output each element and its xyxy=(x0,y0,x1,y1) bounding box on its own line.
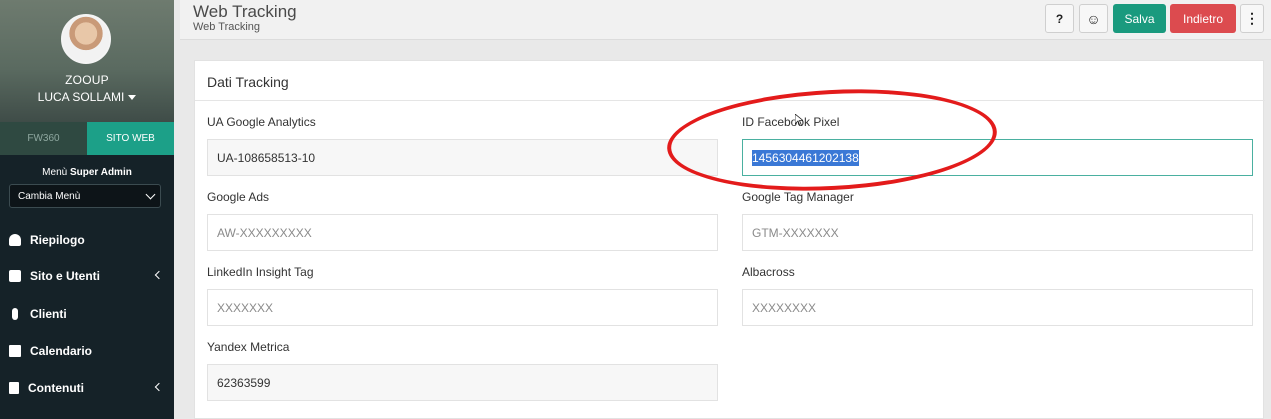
help-button[interactable]: ? xyxy=(1045,4,1074,33)
sidebar-item-label: Calendario xyxy=(30,344,93,358)
tab-sito-web[interactable]: SITO WEB xyxy=(87,122,174,155)
page-title: Web Tracking xyxy=(193,2,297,21)
shop-icon xyxy=(9,270,21,282)
sidebar-item-label: Sito e Utenti xyxy=(30,269,101,283)
ua-input[interactable]: UA-108658513-10 xyxy=(207,139,718,176)
yandex-label: Yandex Metrica xyxy=(207,340,290,354)
cursor-icon xyxy=(795,114,803,126)
profile-panel: ZOOUP LUCA SOLLAMI xyxy=(0,0,174,126)
sidebar-item-label: Clienti xyxy=(30,307,67,321)
chevron-left-icon xyxy=(154,270,164,280)
gtm-input[interactable]: GTM-XXXXXXX xyxy=(742,214,1253,251)
linkedin-input[interactable]: XXXXXXX xyxy=(207,289,718,326)
sidebar: ZOOUP LUCA SOLLAMI FW360 SITO WEB Menù S… xyxy=(0,0,174,419)
albacross-label: Albacross xyxy=(742,265,795,279)
menu-label-prefix: Menù xyxy=(42,167,70,178)
sidebar-item-clienti[interactable]: Clienti xyxy=(0,303,174,325)
avatar[interactable] xyxy=(61,14,111,64)
ua-label: UA Google Analytics xyxy=(207,115,316,129)
sidebar-item-contenuti[interactable]: Contenuti xyxy=(0,377,174,399)
change-menu-value: Cambia Menù xyxy=(18,191,81,202)
google-ads-input[interactable]: AW-XXXXXXXXX xyxy=(207,214,718,251)
sidebar-item-sito-utenti[interactable]: Sito e Utenti xyxy=(0,265,174,287)
yandex-input[interactable]: 62363599 xyxy=(207,364,718,401)
chevron-left-icon xyxy=(154,382,164,392)
sidebar-tabs: FW360 SITO WEB xyxy=(0,122,174,155)
card-title: Dati Tracking xyxy=(207,74,289,90)
user-name: LUCA SOLLAMI xyxy=(37,90,125,104)
sidebar-item-riepilogo[interactable]: Riepilogo xyxy=(0,229,174,251)
sidebar-item-label: Contenuti xyxy=(28,381,84,395)
caret-down-icon xyxy=(128,95,137,101)
sidebar-item-label: Riepilogo xyxy=(30,233,85,247)
breadcrumb: Web Tracking xyxy=(193,21,261,33)
albacross-input[interactable]: XXXXXXXX xyxy=(742,289,1253,326)
tab-fw360[interactable]: FW360 xyxy=(0,122,87,155)
save-button[interactable]: Salva xyxy=(1113,4,1166,33)
top-bar: Web Tracking Web Tracking ? ☺ Salva Indi… xyxy=(180,0,1271,40)
main-content: Web Tracking Web Tracking ? ☺ Salva Indi… xyxy=(180,0,1271,419)
fb-pixel-input[interactable]: 1456304461202138 xyxy=(742,139,1253,176)
google-ads-label: Google Ads xyxy=(207,190,270,204)
gtm-label: Google Tag Manager xyxy=(742,190,854,204)
fb-pixel-label: ID Facebook Pixel xyxy=(742,115,840,129)
card-header: Dati Tracking xyxy=(195,61,1265,101)
menu-label: Menù Super Admin xyxy=(0,167,174,178)
dashboard-icon xyxy=(9,234,21,246)
calendar-icon xyxy=(9,345,21,357)
change-menu-select[interactable]: Cambia Menù xyxy=(9,184,161,208)
org-name: ZOOUP xyxy=(65,73,109,87)
file-icon xyxy=(9,382,19,394)
person-icon xyxy=(12,308,18,320)
chevron-down-icon xyxy=(145,189,156,200)
linkedin-label: LinkedIn Insight Tag xyxy=(207,265,314,279)
sidebar-item-calendario[interactable]: Calendario xyxy=(0,340,174,362)
menu-label-role: Super Admin xyxy=(69,167,132,178)
fb-pixel-value: 1456304461202138 xyxy=(752,150,859,166)
more-menu-button[interactable]: ⋮ xyxy=(1240,4,1264,33)
back-button[interactable]: Indietro xyxy=(1170,4,1236,33)
tracking-card: Dati Tracking UA Google Analytics UA-108… xyxy=(194,60,1265,419)
user-menu[interactable]: LUCA SOLLAMI xyxy=(0,90,174,104)
feedback-button[interactable]: ☺ xyxy=(1079,4,1108,33)
